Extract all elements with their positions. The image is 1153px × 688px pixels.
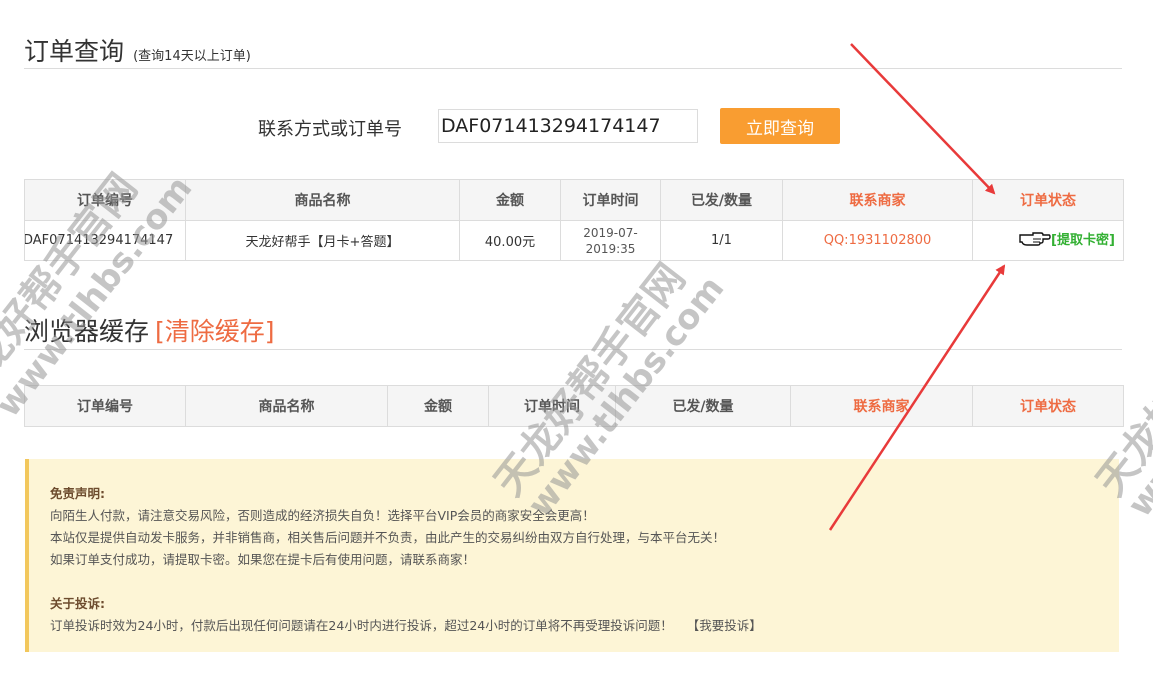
complaint-line: 订单投诉时效为24小时，付款后出现任何问题请在24小时内进行投诉，超过24小时的… — [50, 615, 1119, 637]
clear-cache-link[interactable]: [清除缓存] — [155, 317, 275, 346]
browser-cache-header: 浏览器缓存 [清除缓存] — [24, 312, 1122, 350]
cache-table: 订单编号 商品名称 金额 订单时间 已发/数量 联系商家 订单状态 — [24, 385, 1124, 427]
order-table: 订单编号 商品名称 金额 订单时间 已发/数量 联系商家 订单状态 DAF071… — [24, 179, 1124, 261]
watermark-url: www.tlhbs.com — [1120, 269, 1153, 525]
disclaimer-line: 本站仅是提供自动发卡服务，并非销售商，相关售后问题并不负责，由此产生的交易纠纷由… — [50, 530, 726, 545]
disclaimer-line: 向陌生人付款，请注意交易风险，否则造成的经济损失自负！选择平台VIP会员的商家安… — [50, 508, 595, 523]
extract-card-link[interactable]: [提取卡密] — [1051, 233, 1115, 248]
table-header-row: 订单编号 商品名称 金额 订单时间 已发/数量 联系商家 订单状态 — [24, 179, 1124, 221]
col-amount: 金额 — [459, 179, 561, 221]
search-row: 联系方式或订单号 立即查询 — [0, 108, 1153, 146]
complaint-title: 关于投诉: — [50, 596, 105, 611]
col-status: 订单状态 — [972, 385, 1124, 427]
col-order-id: 订单编号 — [24, 179, 186, 221]
quantity-cell: 1/1 — [660, 220, 783, 261]
status-cell: [提取卡密] — [972, 220, 1124, 261]
col-contact: 联系商家 — [782, 179, 973, 221]
page-title: 订单查询 — [24, 37, 125, 66]
complaint-link[interactable]: 【我要投诉】 — [687, 618, 762, 633]
col-status: 订单状态 — [972, 179, 1124, 221]
col-product: 商品名称 — [185, 385, 388, 427]
cache-title: 浏览器缓存 — [24, 317, 150, 346]
disclaimer-line: 如果订单支付成功，请提取卡密。如果您在提卡后有使用问题，请联系商家！ — [50, 552, 476, 567]
col-time: 订单时间 — [488, 385, 616, 427]
order-query-header: 订单查询 (查询14天以上订单) — [24, 32, 1122, 69]
col-order-id: 订单编号 — [24, 385, 186, 427]
time-line2: 2019:35 — [585, 241, 636, 256]
time-cell: 2019-07- 2019:35 — [560, 220, 661, 261]
pointing-hand-icon — [1019, 230, 1051, 252]
col-amount: 金额 — [387, 385, 489, 427]
search-input[interactable] — [438, 109, 698, 143]
col-quantity: 已发/数量 — [660, 179, 783, 221]
col-time: 订单时间 — [560, 179, 661, 221]
complaint-text: 订单投诉时效为24小时，付款后出现任何问题请在24小时内进行投诉，超过24小时的… — [50, 618, 673, 633]
search-label: 联系方式或订单号 — [258, 119, 402, 140]
watermark-line: www.tlhbs.com — [1120, 268, 1153, 525]
table-header-row: 订单编号 商品名称 金额 订单时间 已发/数量 联系商家 订单状态 — [24, 385, 1124, 427]
disclaimer-title: 免责声明: — [50, 486, 105, 501]
col-contact: 联系商家 — [790, 385, 973, 427]
product-cell: 天龙好帮手【月卡+答题】 — [185, 220, 460, 261]
page-subtitle: (查询14天以上订单) — [133, 49, 251, 64]
col-quantity: 已发/数量 — [615, 385, 791, 427]
col-product: 商品名称 — [185, 179, 460, 221]
table-row: DAF071413294174147 天龙好帮手【月卡+答题】 40.00元 2… — [24, 220, 1124, 261]
amount-cell: 40.00元 — [459, 220, 561, 261]
contact-cell[interactable]: QQ:1931102800 — [782, 220, 973, 261]
order-id-cell: DAF071413294174147 — [24, 220, 186, 261]
time-line1: 2019-07- — [583, 225, 638, 240]
notice-box: 免责声明: 向陌生人付款，请注意交易风险，否则造成的经济损失自负！选择平台VIP… — [25, 459, 1119, 652]
search-button[interactable]: 立即查询 — [720, 108, 840, 144]
